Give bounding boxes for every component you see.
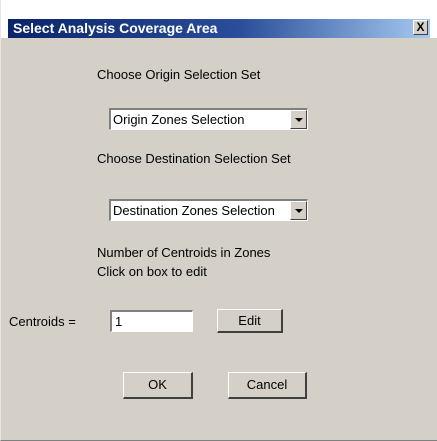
title-bar-area: Select Analysis Coverage Area X: [1, 0, 437, 38]
cancel-button[interactable]: Cancel: [228, 372, 307, 399]
destination-heading: Choose Destination Selection Set: [97, 151, 291, 166]
centroids-input[interactable]: 1: [110, 310, 193, 332]
origin-selection-value: Origin Zones Selection: [113, 112, 245, 127]
centroids-label: Centroids =: [9, 314, 76, 329]
select-analysis-coverage-dialog: Select Analysis Coverage Area X Choose O…: [0, 0, 437, 441]
close-icon: X: [416, 20, 425, 34]
destination-dropdown-button[interactable]: [290, 201, 307, 220]
destination-selection-value: Destination Zones Selection: [113, 203, 275, 218]
chevron-down-icon: [295, 209, 303, 213]
centroids-note: Number of Centroids in Zones: [97, 245, 271, 260]
dialog-title: Select Analysis Coverage Area: [13, 20, 218, 36]
destination-selection-combo[interactable]: Destination Zones Selection: [109, 199, 308, 221]
chevron-down-icon: [295, 118, 303, 122]
ok-button[interactable]: OK: [123, 372, 193, 399]
title-bar[interactable]: Select Analysis Coverage Area X: [8, 19, 430, 38]
origin-dropdown-button[interactable]: [290, 110, 307, 129]
centroids-hint: Click on box to edit: [97, 264, 207, 279]
origin-selection-combo[interactable]: Origin Zones Selection: [109, 108, 308, 130]
origin-heading: Choose Origin Selection Set: [97, 67, 261, 82]
close-button[interactable]: X: [413, 20, 428, 35]
edit-button[interactable]: Edit: [217, 309, 283, 333]
